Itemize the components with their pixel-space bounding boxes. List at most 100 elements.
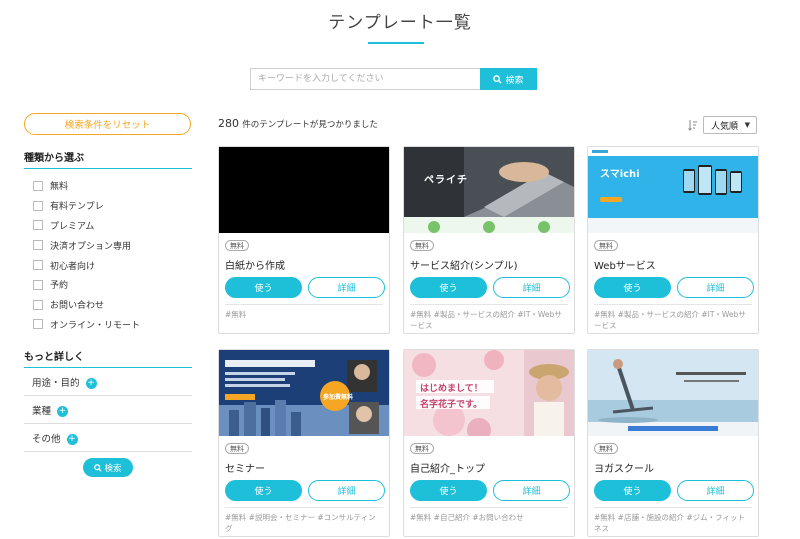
template-title: 自己紹介_トップ [410, 464, 485, 475]
webservice-preview [588, 147, 758, 233]
divider [594, 507, 752, 508]
price-badge: 無料 [410, 443, 434, 454]
checkbox[interactable] [33, 200, 43, 211]
search-icon [493, 74, 503, 84]
result-count: 280 件のテンプレートが見つかりました [218, 117, 378, 130]
details-heading: もっと詳しく [24, 348, 192, 369]
price-badge: 無料 [594, 240, 618, 251]
thumb-brand-text: ペライチ [424, 175, 468, 186]
caret-down-icon: ▼ [744, 121, 750, 129]
template-thumbnail[interactable]: ペライチ [404, 147, 574, 233]
template-tags: #無料 #説明会・セミナー #コンサルティング [225, 513, 376, 533]
thumb-name-text: 名字花子です。 [420, 400, 483, 410]
search-bar: 検索 [250, 68, 537, 90]
search-icon [94, 463, 103, 472]
detail-label: その他 [32, 433, 61, 445]
template-title: サービス紹介(シンプル) [410, 261, 518, 272]
type-contact[interactable]: お問い合わせ [24, 295, 192, 315]
yoga-preview [588, 350, 758, 436]
search-button[interactable]: 検索 [480, 68, 537, 90]
laptop-photo [404, 147, 574, 233]
checkbox[interactable] [33, 260, 43, 271]
checkbox[interactable] [33, 299, 43, 310]
sidebar: 検索条件をリセット 種類から選ぶ 無料 有料テンプレ プレミアム 決済オプション… [24, 113, 192, 477]
template-card: はじめまして！ 名字花子です。 無料 自己紹介_トップ 使う 詳細 #無料 #自… [403, 349, 575, 537]
detail-button[interactable]: 詳細 [308, 277, 385, 298]
detail-other[interactable]: その他 + [24, 424, 192, 453]
plus-icon[interactable]: + [85, 377, 97, 389]
template-thumbnail[interactable]: スマichi [588, 147, 758, 233]
template-thumbnail[interactable]: はじめまして！ 名字花子です。 [404, 350, 574, 436]
type-label: オンライン・リモート [50, 320, 141, 331]
detail-button[interactable]: 詳細 [677, 480, 754, 501]
price-badge: 無料 [410, 240, 434, 251]
template-tags: #無料 #製品・サービスの紹介 #IT・Webサービス [594, 310, 746, 330]
type-label: プレミアム [50, 221, 95, 232]
template-title: ヨガスクール [594, 464, 654, 475]
type-reservation[interactable]: 予約 [24, 275, 192, 295]
checkbox[interactable] [33, 319, 43, 330]
use-button[interactable]: 使う [225, 277, 302, 298]
use-button[interactable]: 使う [410, 480, 487, 501]
use-button[interactable]: 使う [225, 480, 302, 501]
thumb-greeting-text: はじめまして！ [420, 384, 483, 394]
type-beginner[interactable]: 初心者向け [24, 255, 192, 275]
use-button[interactable]: 使う [594, 277, 671, 298]
detail-button[interactable]: 詳細 [493, 480, 570, 501]
result-count-suffix: 件のテンプレートが見つかりました [242, 120, 378, 130]
type-paid[interactable]: 有料テンプレ [24, 196, 192, 216]
template-tags: #無料 #製品・サービスの紹介 #IT・Webサービス [410, 310, 562, 330]
page-title: テンプレート一覧 [328, 13, 472, 33]
types-heading: 種類から選ぶ [24, 149, 192, 169]
sidebar-search-label: 検索 [104, 463, 122, 474]
price-badge: 無料 [594, 443, 618, 454]
detail-label: 業種 [32, 405, 52, 417]
reset-filters-button[interactable]: 検索条件をリセット [24, 113, 191, 135]
detail-label: 用途・目的 [32, 377, 80, 389]
plus-icon[interactable]: + [57, 405, 69, 417]
template-title: Webサービス [594, 261, 656, 272]
template-card: ペライチ 無料 サービス紹介(シンプル) 使う 詳細 #無料 #製品・サービスの… [403, 146, 575, 334]
sort-icon [688, 120, 697, 131]
type-label: 決済オプション専用 [50, 241, 132, 252]
type-checklist: 無料 有料テンプレ プレミアム 決済オプション専用 初心者向け 予約 お問い合わ… [24, 176, 192, 334]
type-premium[interactable]: プレミアム [24, 216, 192, 236]
divider [225, 507, 383, 508]
type-free[interactable]: 無料 [24, 176, 192, 196]
divider [410, 304, 568, 305]
type-online[interactable]: オンライン・リモート [24, 315, 192, 335]
template-card: 無料 白紙から作成 使う 詳細 #無料 [218, 146, 390, 334]
template-card: スマichi 無料 Webサービス 使う 詳細 #無料 #製品・サービスの紹介 … [587, 146, 759, 334]
type-payment-option[interactable]: 決済オプション専用 [24, 235, 192, 255]
template-thumbnail[interactable]: 参加費無料 [219, 350, 389, 436]
template-title: セミナー [225, 464, 265, 475]
detail-button[interactable]: 詳細 [677, 277, 754, 298]
checkbox[interactable] [33, 240, 43, 251]
checkbox[interactable] [33, 180, 43, 191]
type-label: 初心者向け [50, 261, 96, 272]
sidebar-search-button[interactable]: 検索 [83, 458, 133, 477]
seminar-preview [219, 350, 389, 436]
detail-button[interactable]: 詳細 [308, 480, 385, 501]
price-badge: 無料 [225, 240, 249, 251]
divider [410, 507, 568, 508]
search-input[interactable] [250, 68, 480, 90]
template-thumbnail[interactable] [588, 350, 758, 436]
type-label: 無料 [50, 182, 69, 193]
checkbox[interactable] [33, 220, 43, 231]
template-tags: #無料 #店舗・施設の紹介 #ジム・フィットネス [594, 513, 745, 533]
plus-icon[interactable]: + [66, 433, 78, 445]
detail-purpose[interactable]: 用途・目的 + [24, 368, 192, 397]
sort-select-value: 人気順 [711, 121, 739, 132]
sort-select[interactable]: 人気順 ▼ [703, 116, 757, 134]
use-button[interactable]: 使う [594, 480, 671, 501]
thumb-brand-text: スマichi [600, 169, 640, 180]
detail-button[interactable]: 詳細 [493, 277, 570, 298]
checkbox[interactable] [33, 279, 43, 290]
template-tags: #無料 #自己紹介 #お問い合わせ [410, 513, 524, 522]
template-thumbnail[interactable] [219, 147, 389, 233]
detail-industry[interactable]: 業種 + [24, 396, 192, 425]
use-button[interactable]: 使う [410, 277, 487, 298]
type-label: 予約 [50, 281, 69, 292]
detail-filters: 用途・目的 + 業種 + その他 + [24, 368, 192, 453]
